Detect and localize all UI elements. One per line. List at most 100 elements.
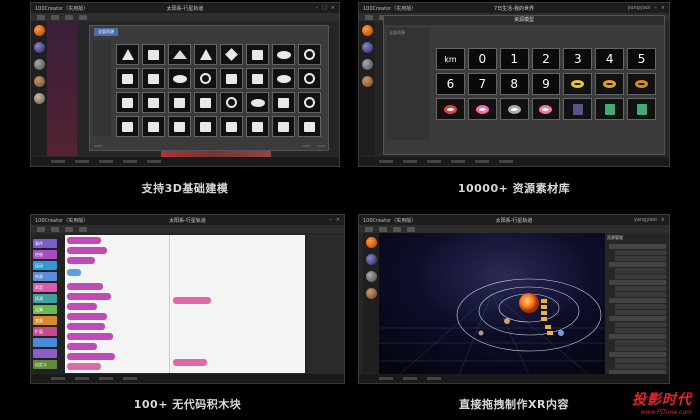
block-category[interactable]: 声音 [33, 283, 57, 292]
tree-item[interactable] [615, 292, 666, 297]
shape-tile[interactable] [246, 92, 269, 113]
planet-icon[interactable] [33, 93, 45, 104]
planet-icon[interactable] [365, 288, 377, 299]
planet-icon[interactable] [33, 76, 45, 87]
shape-tile[interactable] [168, 92, 191, 113]
earth-icon[interactable] [365, 254, 377, 265]
block-category[interactable]: 运算 [33, 305, 57, 314]
sun[interactable] [519, 293, 539, 313]
code-block[interactable] [67, 343, 97, 350]
tool-button[interactable] [37, 226, 45, 232]
tool-button[interactable] [65, 14, 73, 20]
tree-item[interactable] [615, 358, 666, 363]
torus-tile[interactable] [595, 73, 625, 95]
tree-item[interactable] [609, 280, 666, 285]
model-tile[interactable] [436, 98, 465, 120]
shape-tile[interactable] [220, 92, 243, 113]
shape-tile[interactable] [272, 68, 295, 89]
block-category[interactable]: 自定义 [33, 360, 57, 369]
planet-icon[interactable] [361, 76, 373, 87]
shape-tile[interactable] [272, 116, 295, 137]
block-category[interactable]: 扩展 [33, 327, 57, 336]
maximize-icon[interactable]: □ [322, 5, 327, 11]
tree-item[interactable] [609, 334, 666, 339]
shape-tile[interactable] [298, 68, 321, 89]
moon-icon[interactable] [361, 59, 373, 70]
shape-tile[interactable] [272, 92, 295, 113]
close-icon[interactable]: × [331, 5, 335, 11]
key-tile-7[interactable]: 6 [436, 73, 465, 95]
model-tile[interactable] [499, 98, 529, 120]
key-tile-2[interactable]: 1 [499, 48, 529, 70]
code-block[interactable] [173, 297, 211, 304]
tree-item[interactable] [609, 262, 666, 267]
model-tile[interactable] [595, 98, 625, 120]
block-category[interactable]: 事件 [33, 239, 57, 248]
model-tile[interactable] [531, 98, 561, 120]
block-category[interactable] [33, 338, 57, 347]
code-block[interactable] [67, 269, 81, 276]
sun-icon[interactable] [365, 237, 377, 248]
shape-tile[interactable] [298, 92, 321, 113]
tree-item[interactable] [609, 352, 666, 357]
planet[interactable] [504, 318, 510, 324]
code-block[interactable] [67, 293, 111, 300]
tool-button[interactable] [379, 226, 387, 232]
shape-tile[interactable] [116, 92, 139, 113]
key-tile-6[interactable]: 5 [627, 48, 656, 70]
block-category[interactable] [33, 349, 57, 358]
tool-button[interactable] [365, 14, 373, 20]
shape-tile[interactable] [142, 116, 165, 137]
key-tile-5[interactable]: 4 [595, 48, 625, 70]
key-tile-10[interactable]: 9 [531, 73, 561, 95]
planet[interactable] [558, 330, 564, 336]
code-block[interactable] [67, 323, 105, 330]
shape-tile[interactable] [168, 68, 191, 89]
moon-icon[interactable] [33, 59, 45, 70]
close-icon[interactable]: × [661, 5, 665, 11]
tool-button[interactable] [393, 226, 401, 232]
shape-tile[interactable] [298, 116, 321, 137]
key-tile-4[interactable]: 3 [563, 48, 593, 70]
block-category[interactable]: 侦测 [33, 294, 57, 303]
tree-item[interactable] [615, 274, 666, 279]
shape-tile[interactable] [220, 44, 243, 65]
code-block[interactable] [67, 313, 107, 320]
sun-icon[interactable] [361, 25, 373, 36]
tree-item[interactable] [615, 310, 666, 315]
shape-tile[interactable] [246, 116, 269, 137]
solar-system-viewport[interactable] [379, 233, 605, 375]
code-block[interactable] [67, 257, 95, 264]
model-tile[interactable] [627, 98, 656, 120]
shape-tile[interactable] [246, 68, 269, 89]
shape-tile[interactable] [116, 44, 139, 65]
user-name[interactable]: yangyaoi [627, 5, 650, 11]
tree-item[interactable] [615, 256, 666, 261]
close-icon[interactable]: × [661, 217, 665, 223]
block-category[interactable]: 外观 [33, 272, 57, 281]
block-category[interactable]: 变量 [33, 316, 57, 325]
code-block[interactable] [67, 363, 101, 370]
shape-tile[interactable] [116, 116, 139, 137]
code-block[interactable] [67, 247, 107, 254]
shape-tile[interactable] [168, 44, 191, 65]
minimize-icon[interactable]: – [316, 5, 319, 11]
tree-item[interactable] [609, 298, 666, 303]
shape-tile[interactable] [246, 44, 269, 65]
earth-icon[interactable] [33, 42, 45, 53]
code-block[interactable] [67, 237, 101, 244]
dialog-button[interactable] [94, 145, 102, 147]
shape-tile[interactable] [220, 116, 243, 137]
tool-button[interactable] [51, 14, 59, 20]
shape-tile[interactable] [194, 44, 217, 65]
user-name[interactable]: yangyaoi [634, 217, 657, 223]
shape-tile[interactable] [272, 44, 295, 65]
torus-tile[interactable] [627, 73, 656, 95]
category-all[interactable]: 全部资源 [389, 30, 427, 36]
tree-item[interactable] [615, 364, 666, 369]
shape-tile[interactable] [142, 44, 165, 65]
key-tile-9[interactable]: 8 [499, 73, 529, 95]
tool-button[interactable] [79, 226, 87, 232]
key-tile-0[interactable]: km [436, 48, 465, 70]
earth-icon[interactable] [361, 42, 373, 53]
